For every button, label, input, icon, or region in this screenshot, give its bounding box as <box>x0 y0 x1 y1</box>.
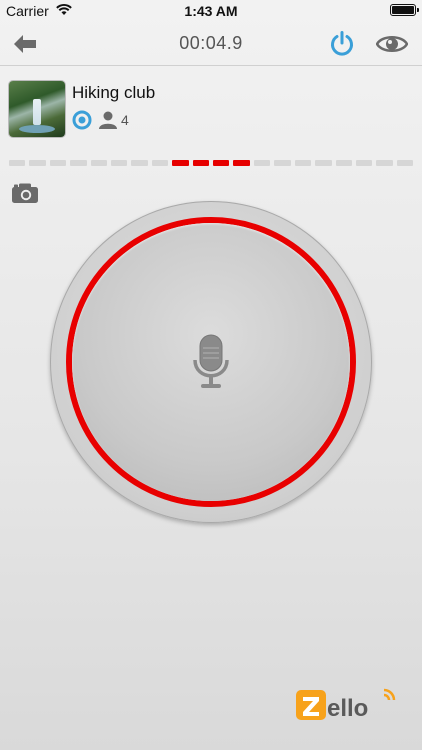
power-icon[interactable] <box>328 30 356 58</box>
level-segment <box>49 160 67 166</box>
waterfall-graphic <box>33 99 41 125</box>
level-segment <box>151 160 169 166</box>
level-segment <box>355 160 373 166</box>
level-segment <box>315 160 332 166</box>
status-time: 1:43 AM <box>184 3 238 19</box>
level-segment <box>233 160 250 166</box>
level-segment <box>376 160 393 166</box>
level-segment <box>172 160 189 166</box>
zello-logo: ello <box>296 688 396 722</box>
level-segment <box>9 160 26 166</box>
eye-icon[interactable] <box>376 32 408 56</box>
level-segment <box>70 160 87 166</box>
level-segment <box>274 160 291 166</box>
svg-text:ello: ello <box>327 695 368 722</box>
level-segment <box>111 160 128 166</box>
status-bar: Carrier 1:43 AM <box>0 0 422 22</box>
channel-thumbnail[interactable] <box>9 81 65 137</box>
status-online-icon <box>72 110 92 130</box>
channel-name: Hiking club <box>72 83 156 102</box>
elapsed-timer: 00:04.9 <box>179 33 243 53</box>
level-segment <box>294 160 312 166</box>
push-to-talk-button[interactable] <box>50 201 372 523</box>
level-segment <box>253 160 271 166</box>
battery-icon <box>390 4 419 16</box>
level-segment <box>29 160 46 166</box>
level-segment <box>213 160 230 166</box>
level-segment <box>335 160 352 166</box>
level-segment <box>192 160 210 166</box>
level-segment <box>131 160 148 166</box>
level-segment <box>90 160 108 166</box>
microphone-icon <box>193 334 229 388</box>
audio-level-meter <box>9 160 414 166</box>
pool-graphic <box>19 125 55 133</box>
user-count: 4 <box>121 112 129 128</box>
channel-header[interactable]: Hiking club 4 <box>9 81 409 139</box>
user-icon <box>99 111 117 129</box>
level-segment <box>396 160 414 166</box>
camera-icon[interactable] <box>11 182 39 204</box>
top-bar: 00:04.9 <box>0 22 422 66</box>
